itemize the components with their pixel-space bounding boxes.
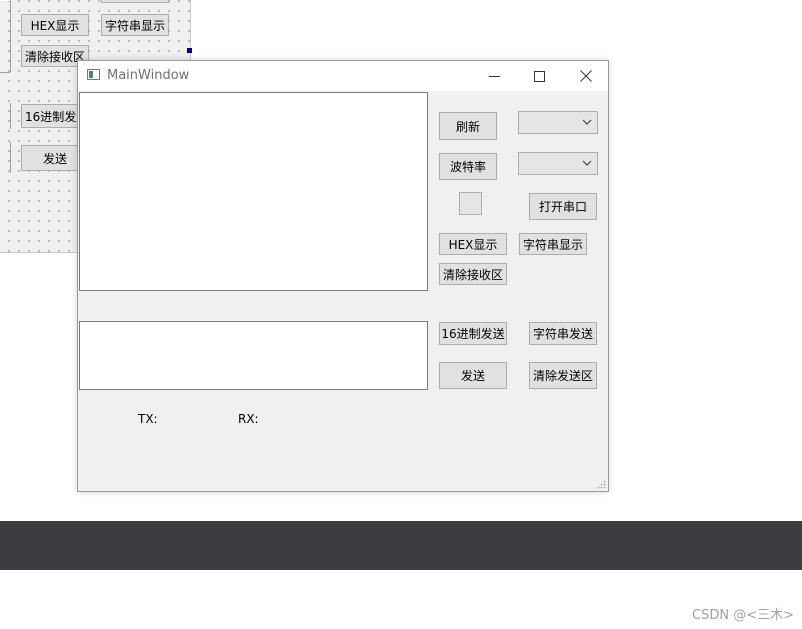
send-text-area[interactable] <box>79 321 428 390</box>
clear-receive-button[interactable]: 清除接收区 <box>439 263 507 285</box>
resize-grip-icon[interactable] <box>597 480 606 489</box>
designer-string-display-button[interactable]: 字符串显示 <box>101 14 169 36</box>
string-display-button[interactable]: 字符串显示 <box>519 233 587 255</box>
title-bar[interactable]: MainWindow <box>78 61 608 91</box>
close-button[interactable] <box>563 61 608 91</box>
hex-display-button[interactable]: HEX显示 <box>439 233 507 255</box>
maximize-button[interactable] <box>517 61 562 91</box>
designer-widget-edge <box>10 142 11 173</box>
minimize-button[interactable] <box>472 61 517 91</box>
maximize-icon <box>534 70 545 82</box>
clear-send-button[interactable]: 清除发送区 <box>529 362 597 389</box>
baud-combo[interactable] <box>518 152 598 175</box>
chevron-down-icon <box>582 119 592 125</box>
refresh-button[interactable]: 刷新 <box>439 112 497 140</box>
port-combo[interactable] <box>518 111 598 134</box>
rx-label: RX: <box>238 412 259 426</box>
selection-handle[interactable] <box>187 48 192 53</box>
hex-send-button[interactable]: 16进制发送 <box>439 322 507 345</box>
receive-text-area[interactable] <box>79 92 428 291</box>
baud-rate-button[interactable]: 波特率 <box>439 153 497 180</box>
designer-widget-fragment <box>101 0 169 3</box>
designer-widget-edge <box>10 103 11 129</box>
chevron-down-icon <box>582 160 592 166</box>
minimize-icon <box>489 75 500 77</box>
designer-widget-edge <box>0 72 10 73</box>
window-title: MainWindow <box>107 68 190 83</box>
send-button[interactable]: 发送 <box>439 362 507 389</box>
app-icon <box>87 69 100 80</box>
tx-label: TX: <box>138 412 158 426</box>
open-port-button[interactable]: 打开串口 <box>529 193 597 220</box>
main-window: MainWindow 刷新 波特率 打开串口 HEX显示 字符串显示 清除接收区… <box>77 60 609 492</box>
watermark: CSDN @<三木> <box>692 608 794 623</box>
designer-hex-display-button[interactable]: HEX显示 <box>21 14 89 36</box>
string-send-button[interactable]: 字符串发送 <box>529 322 597 345</box>
designer-widget-edge <box>10 0 11 72</box>
status-checkbox[interactable] <box>459 192 482 215</box>
close-icon <box>579 70 592 82</box>
dark-band <box>0 521 802 570</box>
